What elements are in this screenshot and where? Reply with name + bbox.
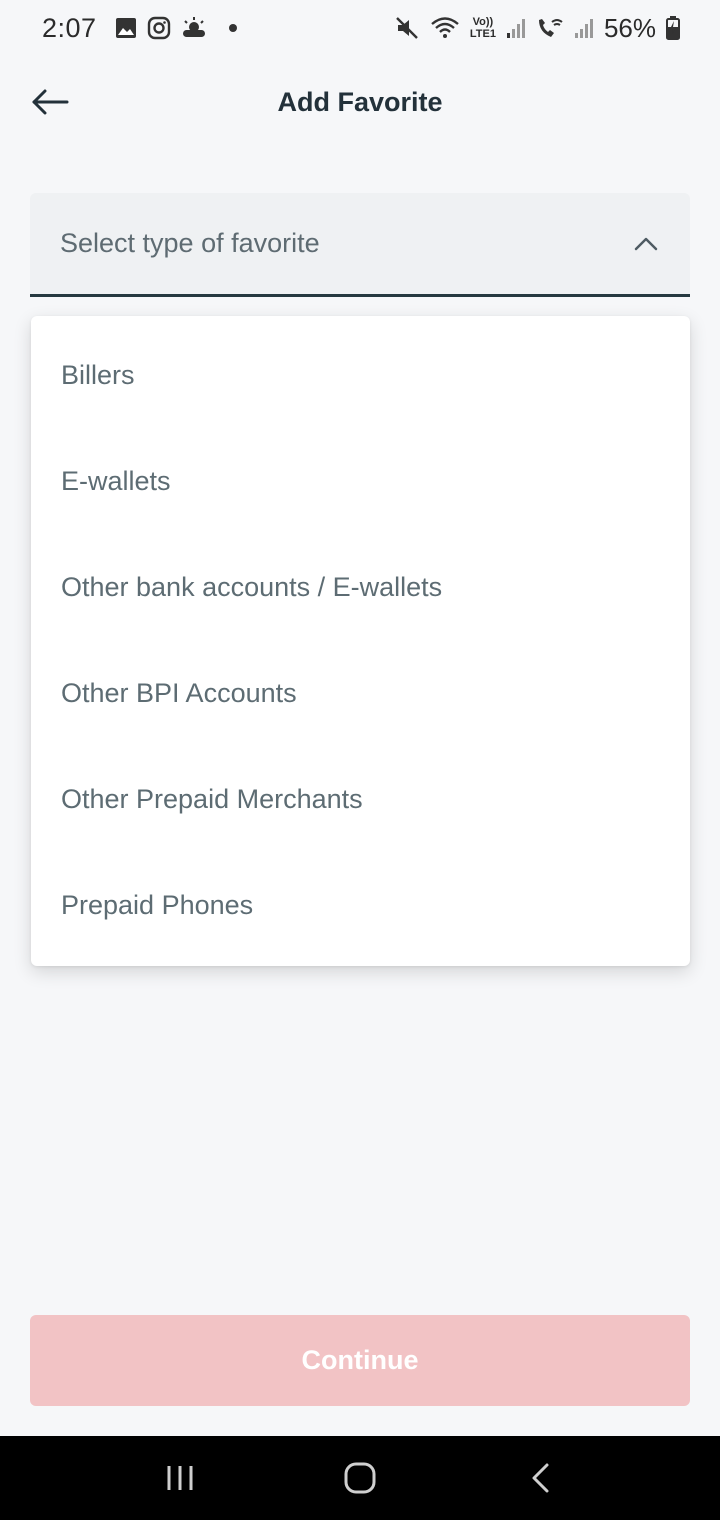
recent-apps-button[interactable] [150, 1448, 210, 1508]
home-icon [344, 1462, 376, 1494]
notification-dot [228, 24, 237, 32]
weather-icon [181, 17, 207, 39]
chevron-up-icon [632, 230, 660, 258]
page-title: Add Favorite [277, 86, 443, 117]
select-placeholder: Select type of favorite [60, 228, 320, 258]
menu-item-prepaid-phones[interactable]: Prepaid Phones [31, 852, 690, 958]
menu-item-billers[interactable]: Billers [31, 322, 690, 428]
battery-charging-icon [666, 16, 680, 40]
network-label-bottom: LTE1 [469, 28, 496, 40]
back-button[interactable] [30, 82, 70, 122]
continue-button[interactable]: Continue [30, 1315, 690, 1406]
status-bar-right: Vo)) LTE1 56% [394, 13, 680, 44]
arrow-left-icon [32, 89, 69, 115]
instagram-icon [147, 16, 171, 40]
wifi-calling-icon [536, 16, 564, 40]
menu-item-e-wallets[interactable]: E-wallets [31, 428, 690, 534]
app-header: Add Favorite [0, 70, 720, 134]
home-button[interactable] [330, 1448, 390, 1508]
status-bar-left: 2:07 [42, 13, 237, 44]
network-label-top: Vo)) [472, 16, 494, 28]
gallery-icon [115, 17, 137, 39]
status-time: 2:07 [42, 12, 97, 43]
menu-item-label: Other BPI Accounts [61, 677, 297, 708]
favorite-type-menu: Billers E-wallets Other bank accounts / … [31, 316, 690, 966]
system-nav-bar [0, 1436, 720, 1520]
recent-apps-icon [167, 1466, 193, 1490]
menu-item-label: E-wallets [61, 465, 171, 496]
status-bar: 2:07 Vo)) LTE1 56% [0, 0, 720, 56]
mute-icon [394, 15, 420, 41]
menu-item-label: Other Prepaid Merchants [61, 783, 363, 814]
wifi-icon [430, 16, 460, 40]
menu-item-label: Billers [61, 359, 135, 390]
system-back-button[interactable] [510, 1448, 570, 1508]
favorite-type-select[interactable]: Select type of favorite [30, 193, 690, 297]
menu-item-other-bpi-accounts[interactable]: Other BPI Accounts [31, 640, 690, 746]
menu-item-other-prepaid-merchants[interactable]: Other Prepaid Merchants [31, 746, 690, 852]
signal-icon [506, 17, 526, 39]
signal-2-icon [574, 17, 594, 39]
volte-lte-icon: Vo)) LTE1 [470, 16, 496, 40]
menu-item-label: Prepaid Phones [61, 889, 254, 920]
menu-item-label: Other bank accounts / E-wallets [61, 571, 443, 602]
menu-item-other-bank-accounts[interactable]: Other bank accounts / E-wallets [31, 534, 690, 640]
chevron-left-icon [532, 1463, 549, 1493]
battery-percent: 56% [603, 12, 656, 43]
